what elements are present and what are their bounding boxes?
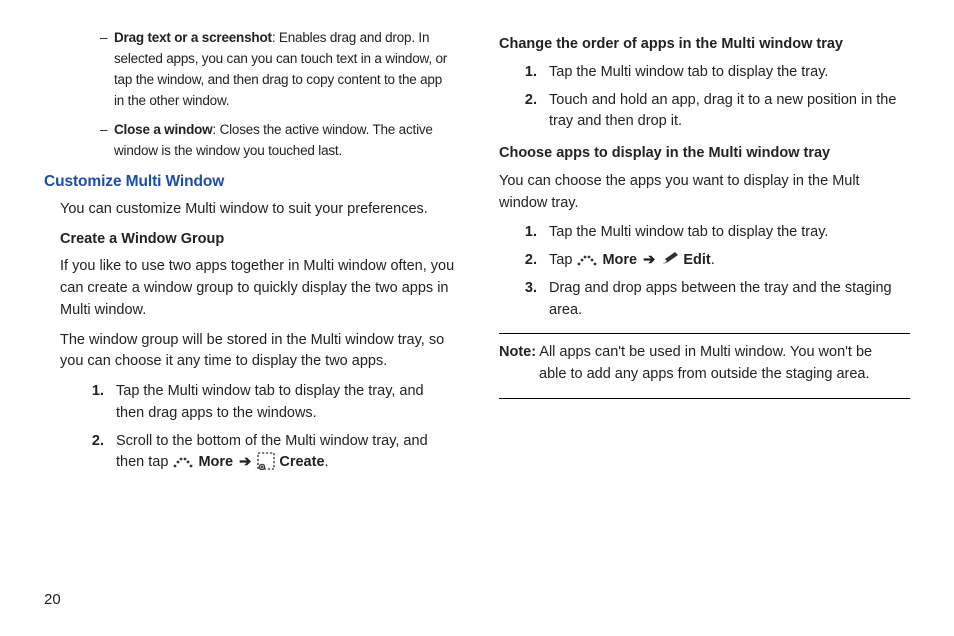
step-body: Scroll to the bottom of the Multi window…: [116, 431, 455, 475]
more-label: More: [198, 454, 233, 470]
create-icon: [257, 452, 275, 470]
step-body: Touch and hold an app, drag it to a new …: [549, 90, 910, 134]
edit-icon: [661, 252, 679, 266]
choose-apps-steps: 1. Tap the Multi window tab to display t…: [499, 222, 910, 321]
page-number: 20: [44, 591, 61, 608]
list-item: 1. Tap the Multi window tab to display t…: [60, 381, 455, 425]
step-number: 3.: [499, 278, 549, 322]
list-item: 2. Touch and hold an app, drag it to a n…: [499, 90, 910, 134]
two-column-layout: – Drag text or a screenshot: Enables dra…: [44, 28, 910, 484]
create-group-p1: If you like to use two apps together in …: [60, 256, 455, 321]
list-item: 1. Tap the Multi window tab to display t…: [499, 222, 910, 244]
step-number: 1.: [499, 222, 549, 244]
subheading-create-group: Create a Window Group: [60, 229, 455, 251]
period: .: [711, 252, 715, 268]
list-item: 1. Tap the Multi window tab to display t…: [499, 62, 910, 84]
more-icon: [172, 454, 194, 466]
note-first-line: Note: All apps can't be used in Multi wi…: [499, 344, 872, 360]
step-number: 2.: [499, 250, 549, 272]
divider: [499, 398, 910, 399]
list-item: 2. Scroll to the bottom of the Multi win…: [60, 431, 455, 475]
bullet-drag-text: – Drag text or a screenshot: Enables dra…: [44, 28, 455, 112]
step-body: Tap: [549, 250, 910, 272]
create-group-steps: 1. Tap the Multi window tab to display t…: [60, 381, 455, 474]
subheading-change-order: Change the order of apps in the Multi wi…: [499, 34, 910, 56]
step-number: 1.: [499, 62, 549, 84]
step-body: Tap the Multi window tab to display the …: [116, 381, 455, 425]
left-column: – Drag text or a screenshot: Enables dra…: [44, 28, 455, 484]
step-number: 1.: [60, 381, 116, 425]
list-item: 2. Tap: [499, 250, 910, 272]
bullet-title: Close a window: [114, 122, 212, 137]
arrow-icon: ➔: [641, 252, 657, 268]
dash-icon: –: [100, 120, 114, 162]
arrow-icon: ➔: [237, 454, 253, 470]
more-label: More: [602, 252, 637, 268]
subheading-choose-apps: Choose apps to display in the Multi wind…: [499, 143, 910, 165]
edit-label: Edit: [683, 252, 710, 268]
note-label: Note:: [499, 344, 536, 360]
bullet-close-window: – Close a window: Closes the active wind…: [44, 120, 455, 162]
intro-paragraph: You can customize Multi window to suit y…: [60, 199, 455, 221]
note-text-first: All apps can't be used in Multi window. …: [536, 344, 872, 360]
step-number: 2.: [499, 90, 549, 134]
step-body: Tap the Multi window tab to display the …: [549, 62, 910, 84]
note: Note: All apps can't be used in Multi wi…: [499, 342, 910, 386]
change-order-steps: 1. Tap the Multi window tab to display t…: [499, 62, 910, 133]
note-text-rest: able to add any apps from outside the st…: [499, 364, 910, 386]
period: .: [325, 454, 329, 470]
step-body: Drag and drop apps between the tray and …: [549, 278, 910, 322]
step-text-pre: Tap: [549, 252, 576, 268]
divider: [499, 333, 910, 334]
list-item: 3. Drag and drop apps between the tray a…: [499, 278, 910, 322]
create-label: Create: [279, 454, 324, 470]
dash-icon: –: [100, 28, 114, 112]
more-icon: [576, 252, 598, 264]
bullet-body: Drag text or a screenshot: Enables drag …: [114, 28, 455, 112]
right-column: Change the order of apps in the Multi wi…: [499, 28, 910, 484]
step-number: 2.: [60, 431, 116, 475]
bullet-body: Close a window: Closes the active window…: [114, 120, 455, 162]
section-title-customize: Customize Multi Window: [44, 170, 455, 193]
bullet-title: Drag text or a screenshot: [114, 30, 272, 45]
choose-apps-intro: You can choose the apps you want to disp…: [499, 171, 910, 215]
manual-page: – Drag text or a screenshot: Enables dra…: [0, 0, 954, 636]
step-body: Tap the Multi window tab to display the …: [549, 222, 910, 244]
create-group-p2: The window group will be stored in the M…: [60, 330, 455, 374]
